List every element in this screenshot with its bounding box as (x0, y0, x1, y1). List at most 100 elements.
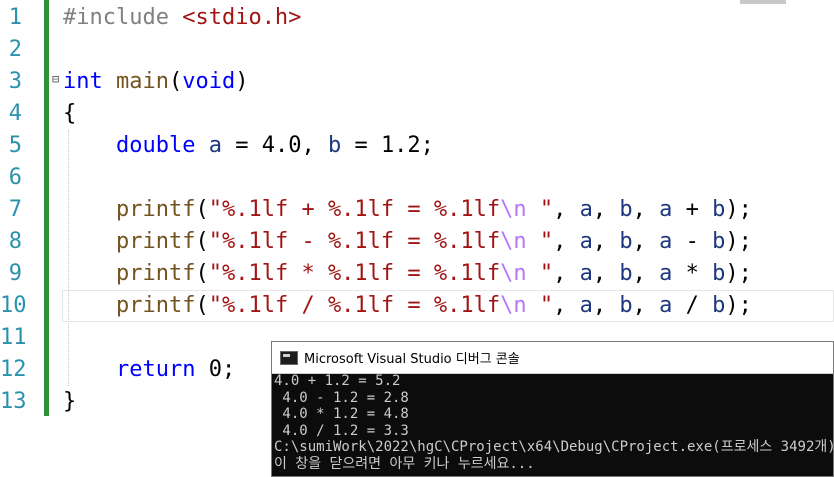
function-name: printf (116, 261, 196, 286)
code-line-9[interactable]: printf("%.1lf * %.1lf = %.1lf\n ", a, b,… (116, 258, 752, 290)
console-line: C:\sumiWork\2022\hgC\CProject\x64\Debug\… (274, 439, 833, 455)
code-text: , (592, 229, 620, 254)
indent-guide (68, 130, 69, 386)
change-tracking-bar (44, 0, 49, 416)
line-number: 2 (8, 37, 22, 62)
code-text: ); (725, 229, 752, 254)
paren: ( (195, 197, 209, 222)
console-icon (280, 350, 298, 365)
variable: a (659, 293, 673, 318)
string-literal: "%.1lf - %.1lf = %.1lf (208, 229, 501, 254)
variable: b (712, 197, 726, 222)
paren: ( (195, 293, 209, 318)
function-name: printf (116, 293, 196, 318)
code-text: , (553, 293, 580, 318)
paren: ) (235, 69, 249, 94)
console-line: 이 창을 닫으려면 아무 키나 누르세요... (274, 455, 535, 472)
variable: b (619, 229, 633, 254)
variable: a (579, 261, 593, 286)
paren: ( (168, 69, 183, 94)
string-literal: " (526, 293, 554, 318)
escape-sequence: \n (500, 261, 527, 286)
code-text: , (553, 197, 580, 222)
console-output[interactable]: 4.0 + 1.2 = 5.2 4.0 - 1.2 = 2.8 4.0 * 1.… (274, 373, 833, 476)
line-number: 1 (8, 5, 22, 30)
variable: b (619, 293, 633, 318)
variable: a (579, 229, 593, 254)
variable: b (712, 261, 726, 286)
line-number: 8 (8, 229, 22, 254)
line-number: 10 (0, 293, 27, 318)
function-name: main (102, 69, 169, 94)
code-text: , (592, 293, 620, 318)
line-number-gutter: 1 2 3 4 5 6 7 8 9 10 11 12 13 (0, 0, 44, 477)
console-line: 4.0 * 1.2 = 4.8 (274, 406, 409, 422)
variable: b (712, 293, 726, 318)
variable: b (712, 229, 726, 254)
line-number: 7 (8, 197, 22, 222)
function-name: printf (116, 197, 196, 222)
collapse-icon[interactable]: ⊟ (52, 73, 62, 85)
variable: a (659, 229, 673, 254)
line-number: 5 (8, 133, 22, 158)
code-text: 0; (195, 357, 236, 382)
escape-sequence: \n (500, 229, 527, 254)
console-title-bar[interactable]: Microsoft Visual Studio 디버그 콘솔 (272, 342, 833, 374)
code-line-7[interactable]: printf("%.1lf + %.1lf = %.1lf\n ", a, b,… (116, 194, 752, 226)
paren: ( (195, 261, 209, 286)
variable: a (579, 293, 593, 318)
line-number: 9 (8, 261, 22, 286)
string-literal: " (526, 261, 554, 286)
code-line-13[interactable]: } (63, 386, 76, 418)
operator: - (672, 229, 713, 254)
code-text: , (553, 261, 580, 286)
code-line-1[interactable]: #include <stdio.h> (63, 2, 301, 34)
code-text: ); (725, 261, 752, 286)
line-number: 3 (8, 69, 22, 94)
line-number: 11 (0, 325, 27, 350)
paren: ( (195, 229, 209, 254)
code-line-12[interactable]: return 0; (116, 354, 235, 386)
string-literal: " (526, 229, 554, 254)
string-literal: "%.1lf + %.1lf = %.1lf (208, 197, 501, 222)
console-line: 4.0 - 1.2 = 2.8 (274, 389, 409, 406)
code-line-10[interactable]: printf("%.1lf / %.1lf = %.1lf\n ", a, b,… (116, 290, 752, 322)
keyword: void (182, 69, 236, 94)
code-text: , (632, 229, 660, 254)
operator: + (672, 197, 713, 222)
line-number: 4 (8, 101, 22, 126)
code-line-8[interactable]: printf("%.1lf - %.1lf = %.1lf\n ", a, b,… (116, 226, 752, 258)
debug-console-window[interactable]: Microsoft Visual Studio 디버그 콘솔 4.0 + 1.2… (271, 341, 834, 477)
include-path: <stdio.h> (182, 5, 302, 30)
code-text: ); (725, 293, 752, 318)
console-line: 4.0 + 1.2 = 5.2 (274, 373, 401, 389)
string-literal: "%.1lf * %.1lf = %.1lf (208, 261, 501, 286)
code-line-4[interactable]: { (63, 98, 76, 130)
scroll-marker (740, 0, 786, 4)
line-number: 12 (0, 357, 27, 382)
code-text: , (553, 229, 580, 254)
escape-sequence: \n (500, 293, 527, 318)
variable: a (579, 197, 593, 222)
code-text: = 4.0, (221, 133, 328, 158)
code-line-5[interactable]: double a = 4.0, b = 1.2; (116, 130, 434, 162)
line-number: 6 (8, 165, 22, 190)
line-number: 13 (0, 389, 27, 414)
code-text: , (592, 197, 620, 222)
function-name: printf (116, 229, 196, 254)
variable: a (659, 197, 673, 222)
code-text: ); (725, 197, 752, 222)
operator: / (672, 293, 713, 318)
variable: a (208, 133, 222, 158)
variable: b (327, 133, 342, 158)
keyword: int (63, 69, 103, 94)
variable: a (659, 261, 673, 286)
code-text: , (632, 197, 660, 222)
variable: b (619, 261, 633, 286)
code-text: , (592, 261, 620, 286)
type-keyword: double (116, 133, 196, 158)
operator: * (672, 261, 713, 286)
code-line-3[interactable]: int main(void) (63, 66, 248, 98)
code-text: , (632, 261, 660, 286)
preprocessor: #include (63, 5, 183, 30)
